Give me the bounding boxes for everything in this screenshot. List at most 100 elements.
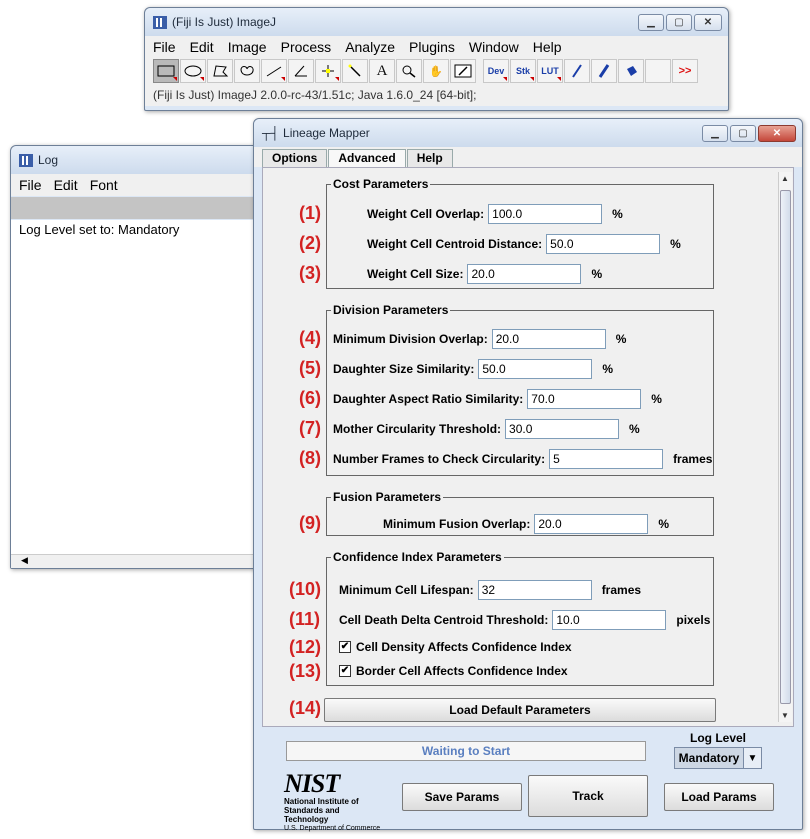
annotation-2: (2) (299, 233, 321, 253)
load-params-button[interactable]: Load Params (664, 783, 774, 811)
save-params-button[interactable]: Save Params (402, 783, 522, 811)
scroll-up-icon[interactable]: ▲ (781, 174, 789, 183)
maximize-button[interactable]: ▢ (666, 14, 692, 31)
log-menu-font[interactable]: Font (90, 177, 118, 193)
tab-options[interactable]: Options (262, 149, 328, 167)
daughter-size-input[interactable] (478, 359, 593, 379)
tab-help[interactable]: Help (406, 149, 453, 167)
pencil-tool-icon[interactable] (564, 59, 590, 83)
mother-circularity-row: Mother Circularity Threshold: % (333, 419, 640, 439)
log-titlebar[interactable]: Log (11, 146, 274, 174)
menu-file[interactable]: File (153, 39, 176, 55)
log-horizontal-scrollbar[interactable]: ◀ (11, 554, 274, 568)
imagej-toolbar: A ✋ Dev Stk LUT >> (145, 58, 728, 84)
daughter-size-label: Daughter Size Similarity: (333, 362, 475, 376)
rectangle-tool-icon[interactable] (153, 59, 179, 83)
panel-vertical-scrollbar[interactable]: ▲ ▼ (778, 172, 792, 722)
min-fusion-overlap-input[interactable] (534, 514, 649, 534)
mother-circularity-input[interactable] (505, 419, 620, 439)
fusion-parameters-legend: Fusion Parameters (333, 490, 442, 504)
polygon-tool-icon[interactable] (207, 59, 233, 83)
angle-tool-icon[interactable] (288, 59, 314, 83)
mother-circularity-unit: % (629, 422, 640, 436)
magnifier-tool-icon[interactable] (396, 59, 422, 83)
weight-cell-size-unit: % (591, 267, 603, 281)
track-button[interactable]: Track (528, 775, 648, 817)
imagej-window: (Fiji Is Just) ImageJ ▁ ▢ ✕ File Edit Im… (144, 7, 729, 111)
border-cell-checkbox[interactable]: ✔ (339, 665, 351, 677)
brush-tool-icon[interactable] (591, 59, 617, 83)
minimize-button[interactable]: ▁ (638, 14, 664, 31)
annotation-5: (5) (299, 358, 321, 378)
min-division-overlap-input[interactable] (491, 329, 606, 349)
menu-window[interactable]: Window (469, 39, 519, 55)
menu-plugins[interactable]: Plugins (409, 39, 455, 55)
weight-cell-centroid-input[interactable] (546, 234, 661, 254)
daughter-aspect-unit: % (651, 392, 662, 406)
lut-label: LUT (541, 66, 559, 76)
cell-density-checkbox[interactable]: ✔ (339, 641, 351, 653)
death-delta-input[interactable] (552, 610, 667, 630)
log-menubar: File Edit Font (11, 174, 274, 196)
annotation-8: (8) (299, 448, 321, 468)
weight-cell-overlap-input[interactable] (488, 204, 603, 224)
cell-density-label: Cell Density Affects Confidence Index (356, 640, 572, 654)
lm-minimize-button[interactable]: ▁ (702, 125, 728, 142)
hand-tool-icon[interactable]: ✋ (423, 59, 449, 83)
min-division-overlap-label: Minimum Division Overlap: (333, 332, 488, 346)
oval-tool-icon[interactable] (180, 59, 206, 83)
death-delta-unit: pixels (676, 613, 711, 627)
annotation-12: (12) (289, 637, 322, 657)
scroll-left-icon[interactable]: ◀ (21, 555, 28, 565)
log-menu-edit[interactable]: Edit (54, 177, 78, 193)
line-tool-icon[interactable] (261, 59, 287, 83)
tab-advanced[interactable]: Advanced (328, 149, 406, 167)
min-fusion-overlap-unit: % (658, 517, 670, 531)
daughter-aspect-label: Daughter Aspect Ratio Similarity: (333, 392, 524, 406)
annotation-1: (1) (299, 203, 321, 223)
annotation-7: (7) (299, 418, 321, 438)
annotation-3: (3) (299, 263, 321, 283)
lineage-mapper-titlebar[interactable]: ┬┤ Lineage Mapper ▁ ▢ ✕ (254, 119, 802, 147)
flood-fill-tool-icon[interactable] (618, 59, 644, 83)
dev-menu-tool[interactable]: Dev (483, 59, 509, 83)
freehand-tool-icon[interactable] (234, 59, 260, 83)
scroll-down-icon[interactable]: ▼ (781, 711, 789, 720)
log-level-select[interactable]: Mandatory ▼ (674, 747, 762, 769)
frames-circularity-label: Number Frames to Check Circularity: (333, 452, 546, 466)
menu-process[interactable]: Process (281, 39, 332, 55)
text-tool-icon[interactable]: A (369, 59, 395, 83)
log-menu-file[interactable]: File (19, 177, 42, 193)
daughter-aspect-input[interactable] (527, 389, 642, 409)
log-window: Log File Edit Font Log Level set to: Man… (10, 145, 275, 569)
nist-line-1: National Institute of (284, 797, 359, 806)
nist-logo: NIST National Institute of Standards and… (284, 771, 384, 833)
wand-tool-icon[interactable] (342, 59, 368, 83)
color-picker-tool-icon[interactable] (450, 59, 476, 83)
chevron-down-icon[interactable]: ▼ (743, 748, 761, 768)
log-text-area[interactable]: Log Level set to: Mandatory (11, 220, 274, 554)
menu-help[interactable]: Help (533, 39, 562, 55)
log-window-icon (19, 153, 33, 167)
lm-tabs: Options Advanced Help (254, 147, 802, 167)
lut-menu-tool[interactable]: LUT (537, 59, 563, 83)
stk-menu-tool[interactable]: Stk (510, 59, 536, 83)
daughter-size-unit: % (602, 362, 614, 376)
close-button[interactable]: ✕ (694, 14, 722, 31)
lm-close-button[interactable]: ✕ (758, 125, 796, 142)
menu-edit[interactable]: Edit (190, 39, 214, 55)
lineage-mapper-title: Lineage Mapper (283, 126, 370, 140)
weight-cell-size-input[interactable] (467, 264, 582, 284)
scroll-thumb[interactable] (780, 190, 791, 704)
menu-image[interactable]: Image (228, 39, 267, 55)
frames-circularity-input[interactable] (549, 449, 664, 469)
point-tool-icon[interactable] (315, 59, 341, 83)
more-tools-button[interactable]: >> (672, 59, 698, 83)
log-level-label: Log Level (690, 731, 747, 745)
lm-maximize-button[interactable]: ▢ (730, 125, 756, 142)
mother-circularity-label: Mother Circularity Threshold: (333, 422, 502, 436)
min-cell-lifespan-input[interactable] (477, 580, 592, 600)
load-default-parameters-button[interactable]: Load Default Parameters (324, 698, 716, 722)
imagej-titlebar[interactable]: (Fiji Is Just) ImageJ ▁ ▢ ✕ (145, 8, 728, 36)
menu-analyze[interactable]: Analyze (345, 39, 395, 55)
